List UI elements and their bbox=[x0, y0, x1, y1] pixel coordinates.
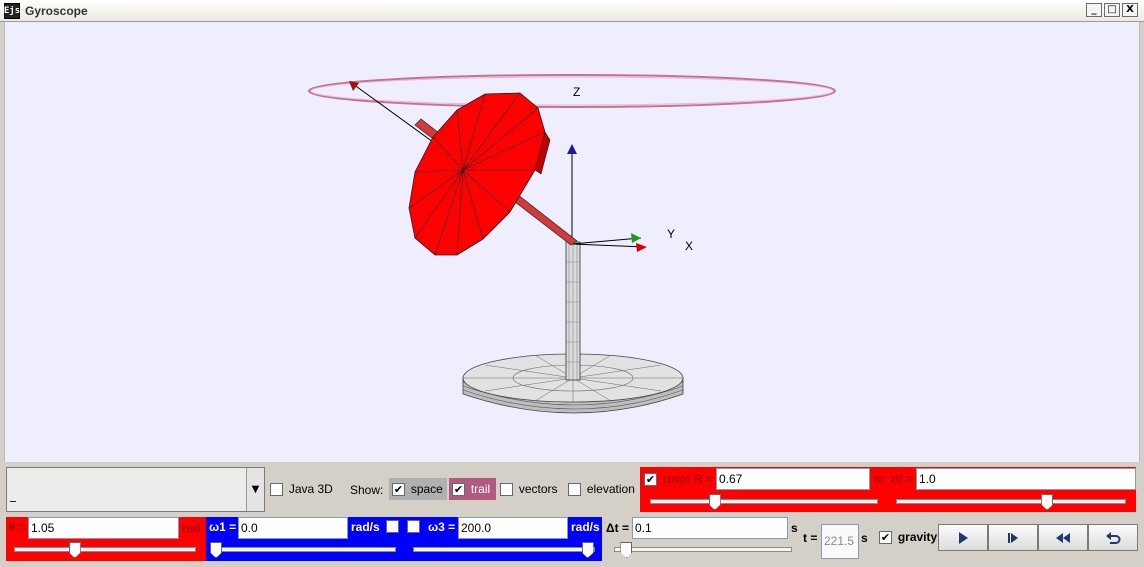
space-check-box[interactable]: ✔ bbox=[392, 483, 405, 496]
trail-checkbox[interactable]: ✔ trail bbox=[449, 478, 496, 500]
t-label: t = bbox=[803, 531, 818, 545]
theta-field[interactable]: 1.05 bbox=[28, 517, 179, 539]
step-button[interactable] bbox=[988, 524, 1038, 551]
trail-check-box[interactable]: ✔ bbox=[452, 483, 465, 496]
theta-label: θ = bbox=[7, 519, 28, 537]
play-button[interactable] bbox=[938, 524, 988, 551]
omega1-slider-track bbox=[214, 547, 396, 552]
rotor-check-box[interactable]: ✔ bbox=[644, 473, 657, 486]
step-icon bbox=[1008, 532, 1018, 543]
r-label: R = bbox=[692, 471, 716, 489]
view-combo[interactable]: _ ▼ bbox=[6, 467, 265, 512]
play-icon bbox=[959, 531, 968, 544]
gravity-check-box[interactable]: ✔ bbox=[879, 531, 892, 544]
dt-slider-thumb[interactable] bbox=[620, 542, 633, 558]
omega1-slider-thumb[interactable] bbox=[210, 542, 222, 558]
dt-field[interactable]: 0.1 bbox=[632, 517, 788, 539]
rewind-icon bbox=[1056, 532, 1070, 543]
dt-slider[interactable] bbox=[606, 540, 800, 560]
maximize-button[interactable]: □ bbox=[1104, 3, 1120, 17]
omega3-field[interactable]: 200.0 bbox=[458, 517, 568, 539]
t-field: 221.5 bbox=[821, 524, 859, 559]
omega3-label: ω3 = bbox=[426, 519, 458, 537]
theta-slider-track bbox=[14, 547, 196, 552]
toggle-checkbox-1[interactable] bbox=[386, 520, 399, 533]
chevron-down-icon[interactable]: ▼ bbox=[246, 468, 264, 511]
support-pillar bbox=[565, 241, 581, 381]
omega3-slider-thumb[interactable] bbox=[581, 542, 594, 558]
space-checkbox[interactable]: ✔ space bbox=[389, 478, 447, 500]
gravity-checkbox[interactable]: ✔ gravity bbox=[879, 530, 937, 544]
java3d-label: Java 3D bbox=[288, 482, 333, 496]
gravity-label: gravity bbox=[897, 530, 938, 544]
vectors-label: vectors bbox=[518, 482, 558, 496]
omega1-label: ω1 = bbox=[207, 519, 239, 537]
ejs-app-icon: Ejs bbox=[4, 2, 20, 19]
z0-label: z0 = bbox=[888, 471, 916, 489]
vectors-check-box[interactable] bbox=[500, 483, 513, 496]
y-arrowhead bbox=[631, 233, 641, 243]
elevation-check-box[interactable] bbox=[568, 483, 581, 496]
trail-label: trail bbox=[470, 482, 491, 496]
view-combo-value: _ bbox=[10, 488, 16, 502]
z0-field[interactable]: 1.0 bbox=[916, 468, 1136, 490]
toggle-checkbox-2[interactable] bbox=[407, 520, 420, 533]
show-label: Show: bbox=[350, 483, 384, 497]
r-slider-track bbox=[650, 499, 878, 504]
omega3-slider[interactable] bbox=[405, 540, 603, 560]
mid-toggles bbox=[384, 517, 424, 539]
omega3-slider-track bbox=[413, 547, 595, 552]
x-arrowhead bbox=[636, 243, 647, 252]
dt-label: Δt = bbox=[606, 521, 629, 535]
trail-ellipse bbox=[308, 74, 836, 108]
java3d-check-box[interactable] bbox=[270, 483, 283, 496]
omega1-field[interactable]: 0.0 bbox=[238, 517, 348, 539]
close-button[interactable]: X bbox=[1122, 3, 1138, 17]
z-arrowhead bbox=[567, 144, 577, 154]
scene-canvas[interactable]: Z Y X bbox=[4, 22, 1140, 462]
omega1-unit: rad/s bbox=[349, 519, 382, 537]
rotor-label: rotor bbox=[662, 472, 691, 486]
axis-label-z: Z bbox=[573, 85, 580, 99]
rewind-button[interactable] bbox=[1038, 524, 1088, 551]
vectors-checkbox[interactable]: vectors bbox=[500, 482, 558, 496]
window-title: Gyroscope bbox=[25, 3, 88, 18]
rotor-disk bbox=[408, 92, 551, 256]
theta-slider[interactable] bbox=[6, 540, 204, 560]
axis-label-y: Y bbox=[667, 227, 675, 241]
t-unit: s bbox=[861, 531, 868, 545]
elevation-label: elevation bbox=[586, 482, 635, 496]
r-slider-thumb[interactable] bbox=[708, 494, 721, 510]
omega1-slider[interactable] bbox=[206, 540, 404, 560]
theta-unit: rad bbox=[180, 520, 203, 538]
z0-slider-thumb[interactable] bbox=[1041, 494, 1054, 510]
dt-unit: s bbox=[791, 521, 798, 535]
minimize-button[interactable]: _ bbox=[1086, 3, 1102, 17]
z0-slider-track bbox=[896, 499, 1126, 504]
rotor-checkbox[interactable]: ✔ rotor bbox=[642, 470, 693, 490]
reset-icon bbox=[1106, 531, 1121, 544]
z0-slider[interactable] bbox=[888, 492, 1134, 512]
dt-slider-track bbox=[614, 547, 792, 552]
space-label: space bbox=[410, 482, 443, 496]
axis-label-x: X bbox=[685, 239, 693, 253]
elevation-checkbox[interactable]: elevation bbox=[568, 482, 635, 496]
r-slider[interactable] bbox=[642, 492, 886, 512]
omega3-unit: rad/s bbox=[569, 519, 602, 537]
title-bar: Ejs Gyroscope _ □ X bbox=[0, 0, 1144, 22]
r-field[interactable]: 0.67 bbox=[716, 468, 870, 490]
theta-slider-thumb[interactable] bbox=[68, 542, 81, 558]
m-label: m bbox=[872, 471, 887, 489]
gyroscope-scene[interactable]: Z Y X bbox=[5, 22, 1141, 462]
reset-button[interactable] bbox=[1088, 524, 1138, 551]
java3d-checkbox[interactable]: Java 3D bbox=[270, 482, 333, 496]
